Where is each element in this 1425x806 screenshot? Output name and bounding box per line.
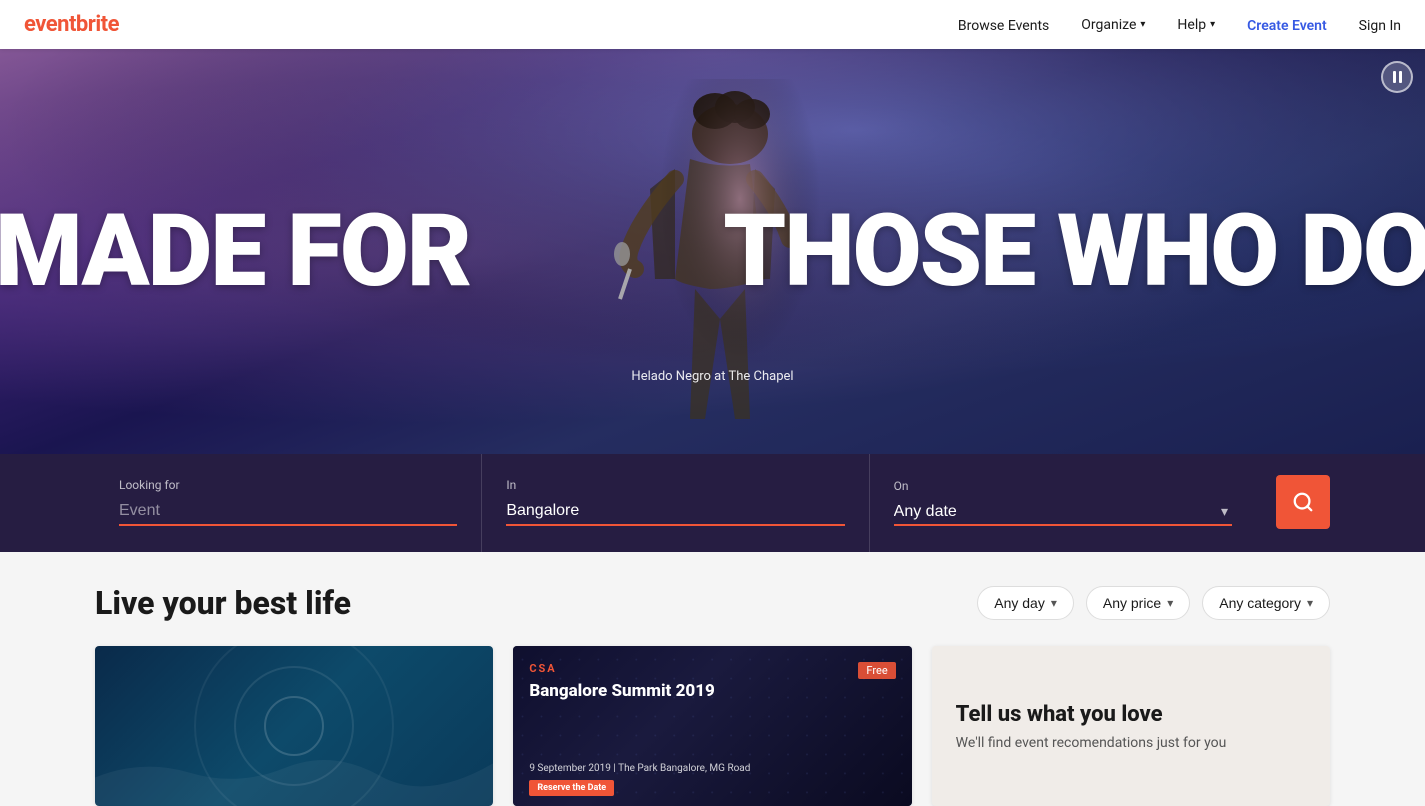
nav-item-organize[interactable]: Organize ▾ [1081,17,1145,33]
reserve-date-button[interactable]: Reserve the Date [529,780,614,796]
nav-item-help[interactable]: Help ▾ [1177,17,1215,33]
search-button[interactable] [1276,475,1330,529]
event-card-1-image [95,646,493,806]
csa-title-area: CSA Bangalore Summit 2019 Free [529,662,895,701]
in-label: In [506,478,844,492]
category-filter-pill[interactable]: Any category ▾ [1202,586,1330,620]
event-card-1-deco [95,749,493,806]
on-label: On [894,479,1232,493]
tell-us-subtitle: We'll find event recomendations just for… [956,735,1306,751]
csa-event-title: Bangalore Summit 2019 [529,681,895,701]
events-grid: CSA Bangalore Summit 2019 Free 9 Septemb… [95,646,1330,806]
create-event-link[interactable]: Create Event [1247,18,1327,34]
price-filter-pill[interactable]: Any price ▾ [1086,586,1190,620]
tell-us-title: Tell us what you love [956,702,1306,727]
section-title: Live your best life [95,584,351,622]
sign-in-link[interactable]: Sign In [1359,18,1401,34]
price-filter-label: Any price [1103,595,1161,611]
help-link[interactable]: Help ▾ [1177,17,1215,33]
search-location-field: In [482,452,869,552]
search-date-field: On Any date Today Tomorrow This weekend … [870,452,1256,552]
browse-events-link[interactable]: Browse Events [958,18,1049,34]
hero-caption: Helado Negro at The Chapel [631,369,793,384]
category-chevron-icon: ▾ [1307,596,1313,610]
nav-links: Browse Events Organize ▾ Help ▾ Create E… [958,15,1401,34]
date-select[interactable]: Any date Today Tomorrow This weekend Thi… [894,499,1232,526]
help-chevron-icon: ▾ [1210,19,1215,30]
day-chevron-icon: ▾ [1051,596,1057,610]
csa-label: CSA [529,662,895,675]
event-card-1[interactable] [95,646,493,806]
category-filter-label: Any category [1219,595,1301,611]
organize-chevron-icon: ▾ [1140,19,1145,30]
hero-section: MADE FOR THOSE WHO DO Helado Negro at Th… [0,49,1425,454]
organize-link[interactable]: Organize ▾ [1081,17,1145,33]
filter-pills: Any day ▾ Any price ▾ Any category ▾ [977,586,1330,620]
nav-item-browse[interactable]: Browse Events [958,15,1049,34]
nav-item-create[interactable]: Create Event [1247,15,1327,34]
pause-icon [1393,71,1402,83]
main-content: Live your best life Any day ▾ Any price … [0,552,1425,806]
hero-pause-button[interactable] [1381,61,1413,93]
logo[interactable]: eventbrite [24,12,119,37]
hero-background [0,49,1425,454]
csa-date-text: 9 September 2019 | The Park Bangalore, M… [529,763,895,774]
day-filter-pill[interactable]: Any day ▾ [977,586,1074,620]
csa-date-area: 9 September 2019 | The Park Bangalore, M… [529,763,895,774]
looking-for-label: Looking for [119,478,457,492]
tell-us-content: Tell us what you love We'll find event r… [956,702,1306,751]
nav-item-signin[interactable]: Sign In [1359,15,1401,34]
price-chevron-icon: ▾ [1167,596,1173,610]
tell-us-card[interactable]: Tell us what you love We'll find event r… [932,646,1330,806]
csa-free-badge: Free [858,662,895,679]
navbar: eventbrite Browse Events Organize ▾ Help… [0,0,1425,49]
search-icon [1292,491,1314,513]
event-search-input[interactable] [119,498,457,526]
day-filter-label: Any day [994,595,1045,611]
section-header: Live your best life Any day ▾ Any price … [95,584,1330,622]
location-input[interactable] [506,498,844,526]
date-select-wrap: Any date Today Tomorrow This weekend Thi… [894,499,1232,526]
search-bar: Looking for In On Any date Today Tomorro… [0,452,1425,552]
search-event-field: Looking for [95,452,482,552]
event-card-2[interactable]: CSA Bangalore Summit 2019 Free 9 Septemb… [513,646,911,806]
event-card-2-image: CSA Bangalore Summit 2019 Free 9 Septemb… [513,646,911,806]
logo-text: eventbrite [24,12,119,37]
